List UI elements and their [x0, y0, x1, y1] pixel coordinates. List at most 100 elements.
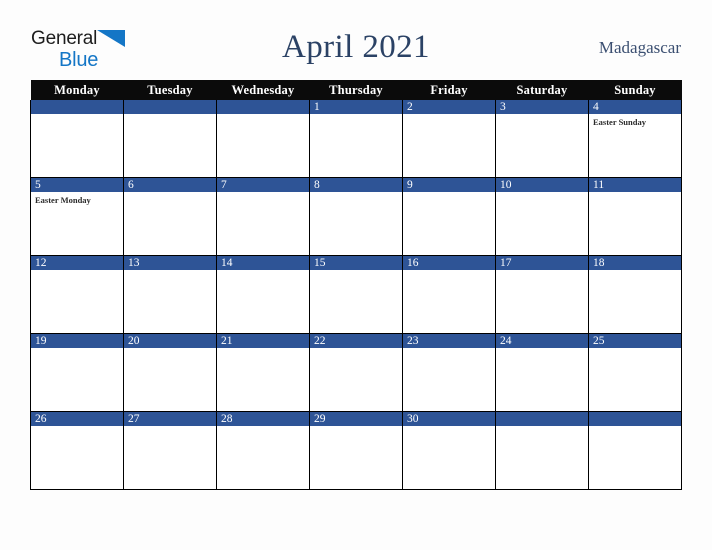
calendar-day-cell[interactable]: 7 [216, 177, 310, 256]
day-events [310, 114, 402, 117]
day-events: Easter Sunday [589, 114, 681, 128]
day-number: 25 [589, 334, 681, 348]
weekday-header-wednesday: Wednesday [216, 80, 310, 100]
day-cell-content: 24 [496, 334, 588, 411]
day-number: 11 [589, 178, 681, 192]
day-number: 5 [31, 178, 123, 192]
calendar-grid: Monday Tuesday Wednesday Thursday Friday… [30, 80, 682, 490]
calendar-day-cell[interactable]: 3 [495, 100, 589, 178]
calendar-day-cell[interactable]: 2 [402, 100, 496, 178]
holiday-label: Easter Monday [35, 195, 91, 205]
calendar-body: 1 2 3 4 Easter Sunday 5 Easter Monday 6 7 8 9 10 11 1… [30, 100, 682, 490]
day-cell-content: 4 Easter Sunday [589, 100, 681, 177]
calendar-day-cell[interactable]: 17 [495, 255, 589, 334]
day-cell-content: 3 [496, 100, 588, 177]
day-cell-content: 15 [310, 256, 402, 333]
calendar-day-cell[interactable] [30, 100, 124, 178]
day-events: Easter Monday [31, 192, 123, 206]
day-cell-content: 28 [217, 412, 309, 489]
calendar-day-cell[interactable]: 1 [309, 100, 403, 178]
calendar-week-row: 1 2 3 4 Easter Sunday [30, 100, 682, 178]
day-events [31, 426, 123, 429]
calendar-day-cell[interactable]: 26 [30, 411, 124, 490]
calendar-week-row: 19 20 21 22 23 24 25 [30, 333, 682, 412]
day-cell-content: 5 Easter Monday [31, 178, 123, 255]
day-events [496, 270, 588, 273]
day-number: 17 [496, 256, 588, 270]
day-number: 7 [217, 178, 309, 192]
day-cell-content: 26 [31, 412, 123, 489]
day-events [310, 426, 402, 429]
day-cell-content: 17 [496, 256, 588, 333]
day-number: 12 [31, 256, 123, 270]
calendar-day-cell[interactable]: 27 [123, 411, 217, 490]
day-events [403, 348, 495, 351]
day-cell-content: 21 [217, 334, 309, 411]
day-events [403, 114, 495, 117]
weekday-header-sunday: Sunday [588, 80, 682, 100]
day-number: 29 [310, 412, 402, 426]
calendar-day-cell[interactable] [123, 100, 217, 178]
day-events [217, 270, 309, 273]
day-number: 26 [31, 412, 123, 426]
calendar-day-cell[interactable]: 11 [588, 177, 682, 256]
calendar-page: General Blue April 2021 Madagascar Monda… [0, 0, 712, 550]
day-cell-content: 11 [589, 178, 681, 255]
day-number: 15 [310, 256, 402, 270]
calendar-day-cell[interactable]: 29 [309, 411, 403, 490]
day-cell-content: 7 [217, 178, 309, 255]
calendar-day-cell[interactable]: 9 [402, 177, 496, 256]
day-events [124, 270, 216, 273]
day-cell-content: 27 [124, 412, 216, 489]
day-cell-content: 6 [124, 178, 216, 255]
day-number [31, 100, 123, 114]
day-number: 6 [124, 178, 216, 192]
calendar-day-cell[interactable]: 15 [309, 255, 403, 334]
calendar-day-cell[interactable]: 25 [588, 333, 682, 412]
calendar-day-cell[interactable]: 5 Easter Monday [30, 177, 124, 256]
calendar-day-cell[interactable]: 30 [402, 411, 496, 490]
calendar-week-row: 26 27 28 29 30 [30, 411, 682, 490]
day-events [124, 192, 216, 195]
country-label: Madagascar [598, 38, 681, 57]
day-number: 24 [496, 334, 588, 348]
day-number: 9 [403, 178, 495, 192]
calendar-day-cell[interactable]: 24 [495, 333, 589, 412]
calendar-day-cell[interactable]: 8 [309, 177, 403, 256]
calendar-day-cell[interactable]: 22 [309, 333, 403, 412]
day-events [310, 348, 402, 351]
day-number [217, 100, 309, 114]
calendar-day-cell[interactable]: 18 [588, 255, 682, 334]
day-events [403, 270, 495, 273]
day-events [496, 348, 588, 351]
calendar-day-cell[interactable]: 23 [402, 333, 496, 412]
calendar-day-cell[interactable]: 13 [123, 255, 217, 334]
day-number: 10 [496, 178, 588, 192]
calendar-day-cell[interactable] [588, 411, 682, 490]
calendar-day-cell[interactable]: 19 [30, 333, 124, 412]
calendar-day-cell[interactable]: 6 [123, 177, 217, 256]
day-number: 14 [217, 256, 309, 270]
day-events [589, 426, 681, 429]
weekday-header-row: Monday Tuesday Wednesday Thursday Friday… [30, 80, 682, 100]
calendar-day-cell[interactable]: 4 Easter Sunday [588, 100, 682, 178]
calendar-week-row: 12 13 14 15 16 17 18 [30, 255, 682, 334]
calendar-day-cell[interactable]: 16 [402, 255, 496, 334]
day-number [589, 412, 681, 426]
calendar-day-cell[interactable]: 20 [123, 333, 217, 412]
calendar-day-cell[interactable]: 12 [30, 255, 124, 334]
day-events [403, 192, 495, 195]
calendar-day-cell[interactable]: 28 [216, 411, 310, 490]
calendar-weekday-header: Monday Tuesday Wednesday Thursday Friday… [30, 80, 682, 100]
day-events [310, 270, 402, 273]
calendar-day-cell[interactable] [495, 411, 589, 490]
day-number: 27 [124, 412, 216, 426]
calendar-day-cell[interactable] [216, 100, 310, 178]
calendar-day-cell[interactable]: 21 [216, 333, 310, 412]
calendar-day-cell[interactable]: 14 [216, 255, 310, 334]
day-cell-content: 30 [403, 412, 495, 489]
day-events [496, 426, 588, 429]
day-number: 23 [403, 334, 495, 348]
calendar-day-cell[interactable]: 10 [495, 177, 589, 256]
day-cell-content [496, 412, 588, 489]
